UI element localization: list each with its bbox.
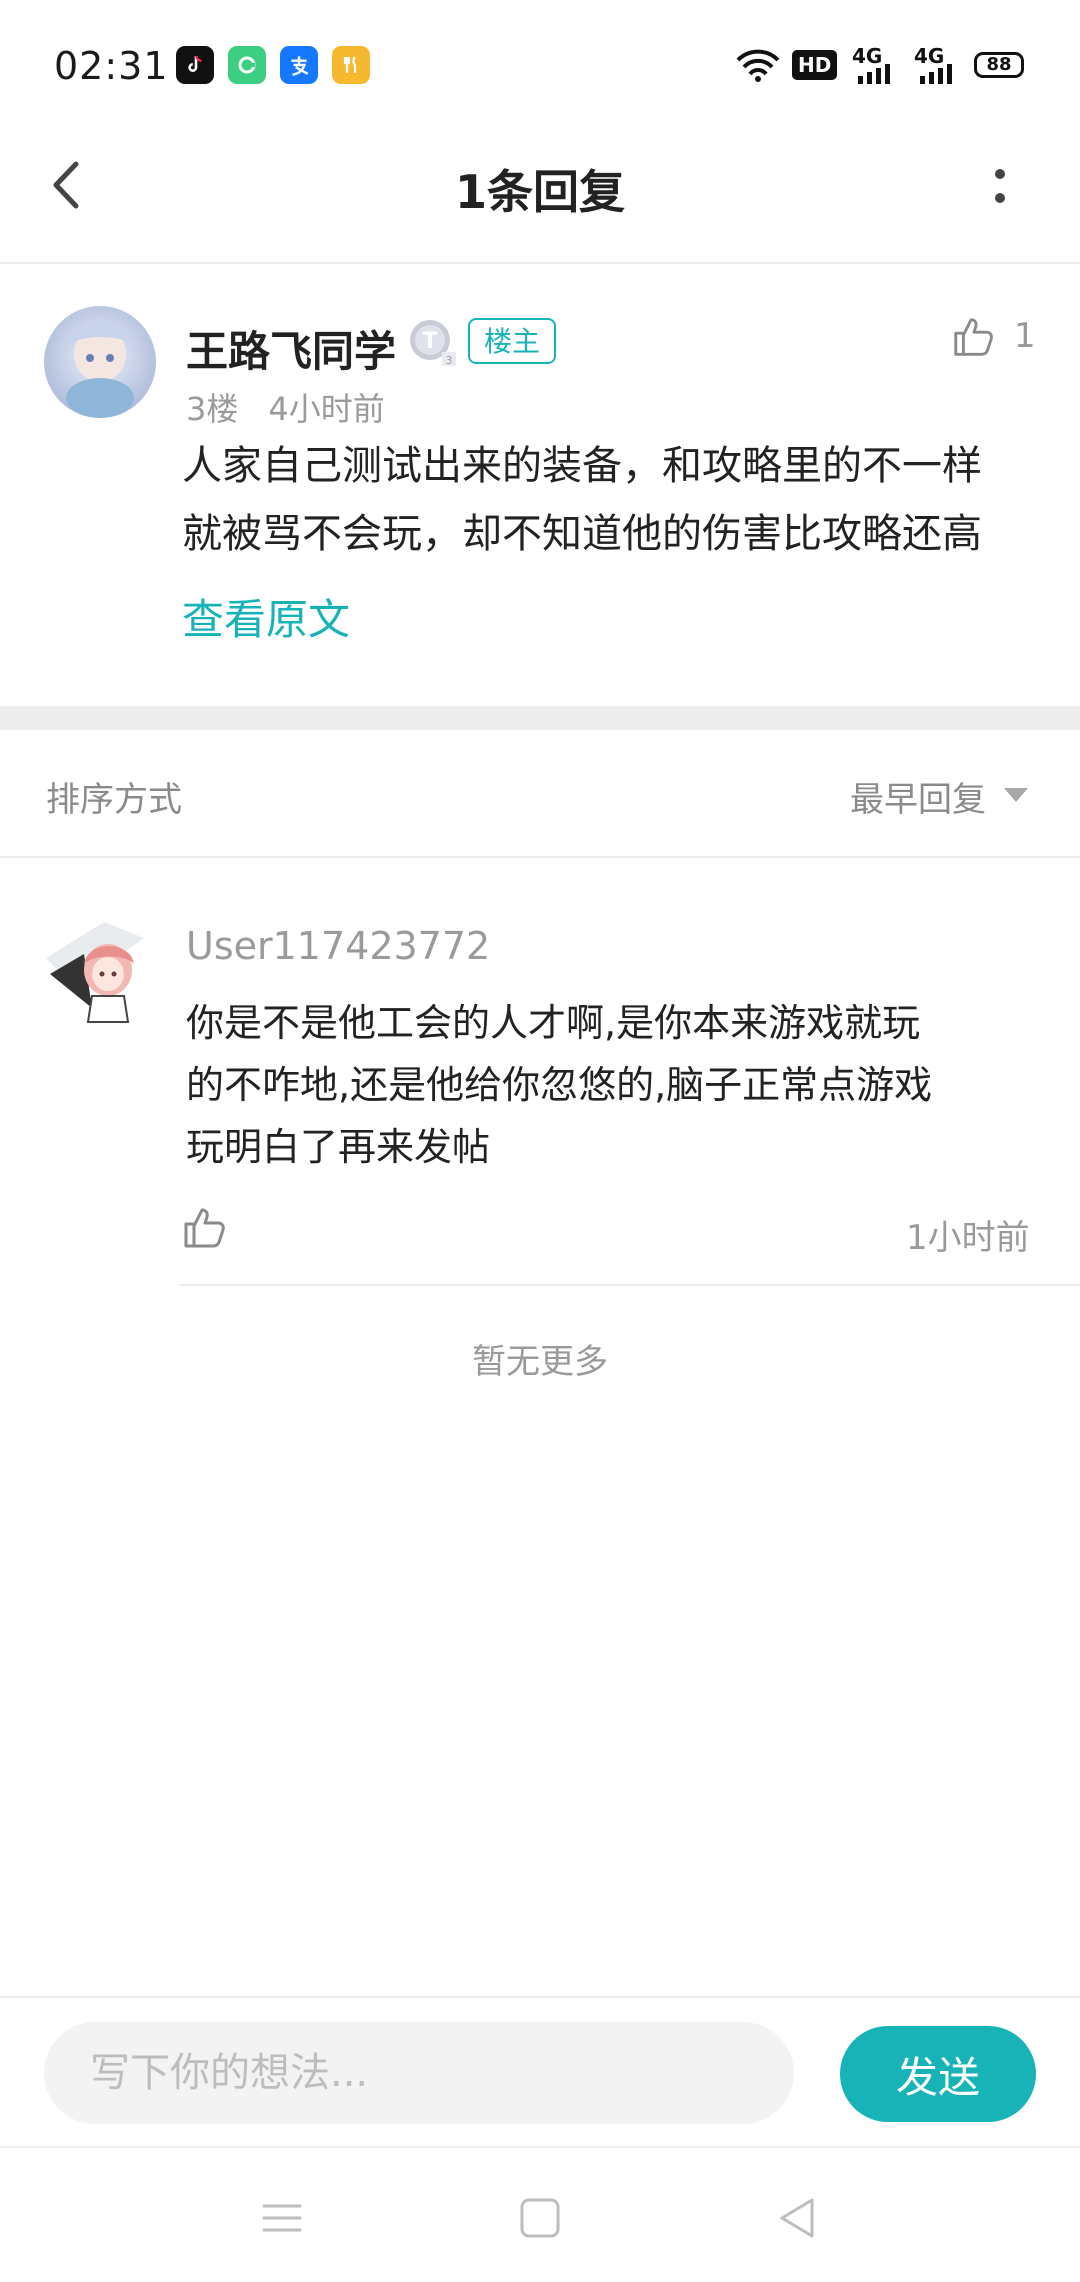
menu-nav-button[interactable]: [252, 2188, 312, 2248]
caret-down-icon[interactable]: [1004, 788, 1028, 802]
reply-content: 你是不是他工会的人才啊,是你本来游戏就玩 的不咋地,还是他给你忽悠的,脑子正常点…: [186, 992, 1036, 1178]
top-bar: 1条回复: [0, 120, 1080, 264]
status-bar: 02:31 HD 4G 4G 88: [0, 0, 1080, 120]
svg-text:3: 3: [446, 354, 453, 367]
reply-divider: [180, 1284, 1080, 1286]
hd-badge: HD: [792, 50, 838, 80]
reply-line: 你是不是他工会的人才啊,是你本来游戏就玩: [186, 1001, 921, 1045]
battery-icon: 88: [974, 52, 1024, 78]
reply-line: 玩明白了再来发帖: [186, 1125, 491, 1169]
comment-bar: 发送: [0, 1996, 1080, 2148]
reply-username[interactable]: User117423772: [186, 924, 490, 968]
menu-icon: [262, 2204, 302, 2232]
post-time: 4小时前: [268, 390, 385, 428]
thumbs-up-icon: [954, 318, 993, 356]
svg-text:T: T: [422, 329, 437, 354]
tiktok-icon: [176, 46, 214, 84]
post-line: 人家自己测试出来的装备，和攻略里的不一样: [182, 443, 982, 489]
food-app-icon: [332, 46, 370, 84]
reply-like-button[interactable]: [180, 1204, 228, 1252]
author-name[interactable]: 王路飞同学: [186, 318, 396, 379]
system-nav-bar: [0, 2146, 1080, 2282]
post-like-count: 1: [1014, 316, 1036, 356]
section-divider: [0, 706, 1080, 730]
post-line: 就被骂不会玩，却不知道他的伤害比攻略还高: [182, 511, 982, 557]
home-nav-button[interactable]: [510, 2188, 570, 2248]
reply-line: 的不咋地,还是他给你忽悠的,脑子正常点游戏: [186, 1063, 933, 1107]
post-meta: 3楼 4小时前: [186, 384, 415, 430]
owner-badge: 楼主: [468, 318, 557, 364]
wifi-icon: [736, 48, 780, 82]
signal-icon-2: 4G: [914, 44, 960, 84]
send-button[interactable]: 发送: [840, 2026, 1036, 2122]
no-more-text: 暂无更多: [472, 1342, 608, 1382]
triangle-back-icon: [780, 2198, 814, 2238]
comment-input[interactable]: [44, 2022, 794, 2124]
back-nav-button[interactable]: [768, 2188, 828, 2248]
sort-dropdown[interactable]: 最早回复: [850, 772, 986, 821]
page-title: 1条回复: [454, 165, 625, 219]
thumbs-up-icon: [184, 1208, 225, 1248]
more-options-button[interactable]: [970, 150, 1030, 230]
alipay-icon: [280, 46, 318, 84]
green-app-icon: [228, 46, 266, 84]
sort-label: 排序方式: [46, 780, 182, 820]
clock: 02:31: [54, 44, 169, 88]
reply-avatar[interactable]: [44, 918, 156, 1030]
post-content: 人家自己测试出来的装备，和攻略里的不一样 就被骂不会玩，却不知道他的伤害比攻略还…: [182, 432, 1042, 568]
floor-number: 3楼: [186, 390, 239, 428]
signal-icon-1: 4G: [852, 44, 898, 84]
view-original-link[interactable]: 查看原文: [182, 586, 350, 647]
reply-time: 1小时前: [906, 1218, 1030, 1258]
level-badge-icon: T3: [408, 318, 458, 368]
more-vertical-icon: [995, 169, 1005, 203]
author-avatar[interactable]: [44, 306, 156, 418]
square-home-icon: [520, 2198, 560, 2238]
sort-row: 排序方式 最早回复: [0, 730, 1080, 858]
